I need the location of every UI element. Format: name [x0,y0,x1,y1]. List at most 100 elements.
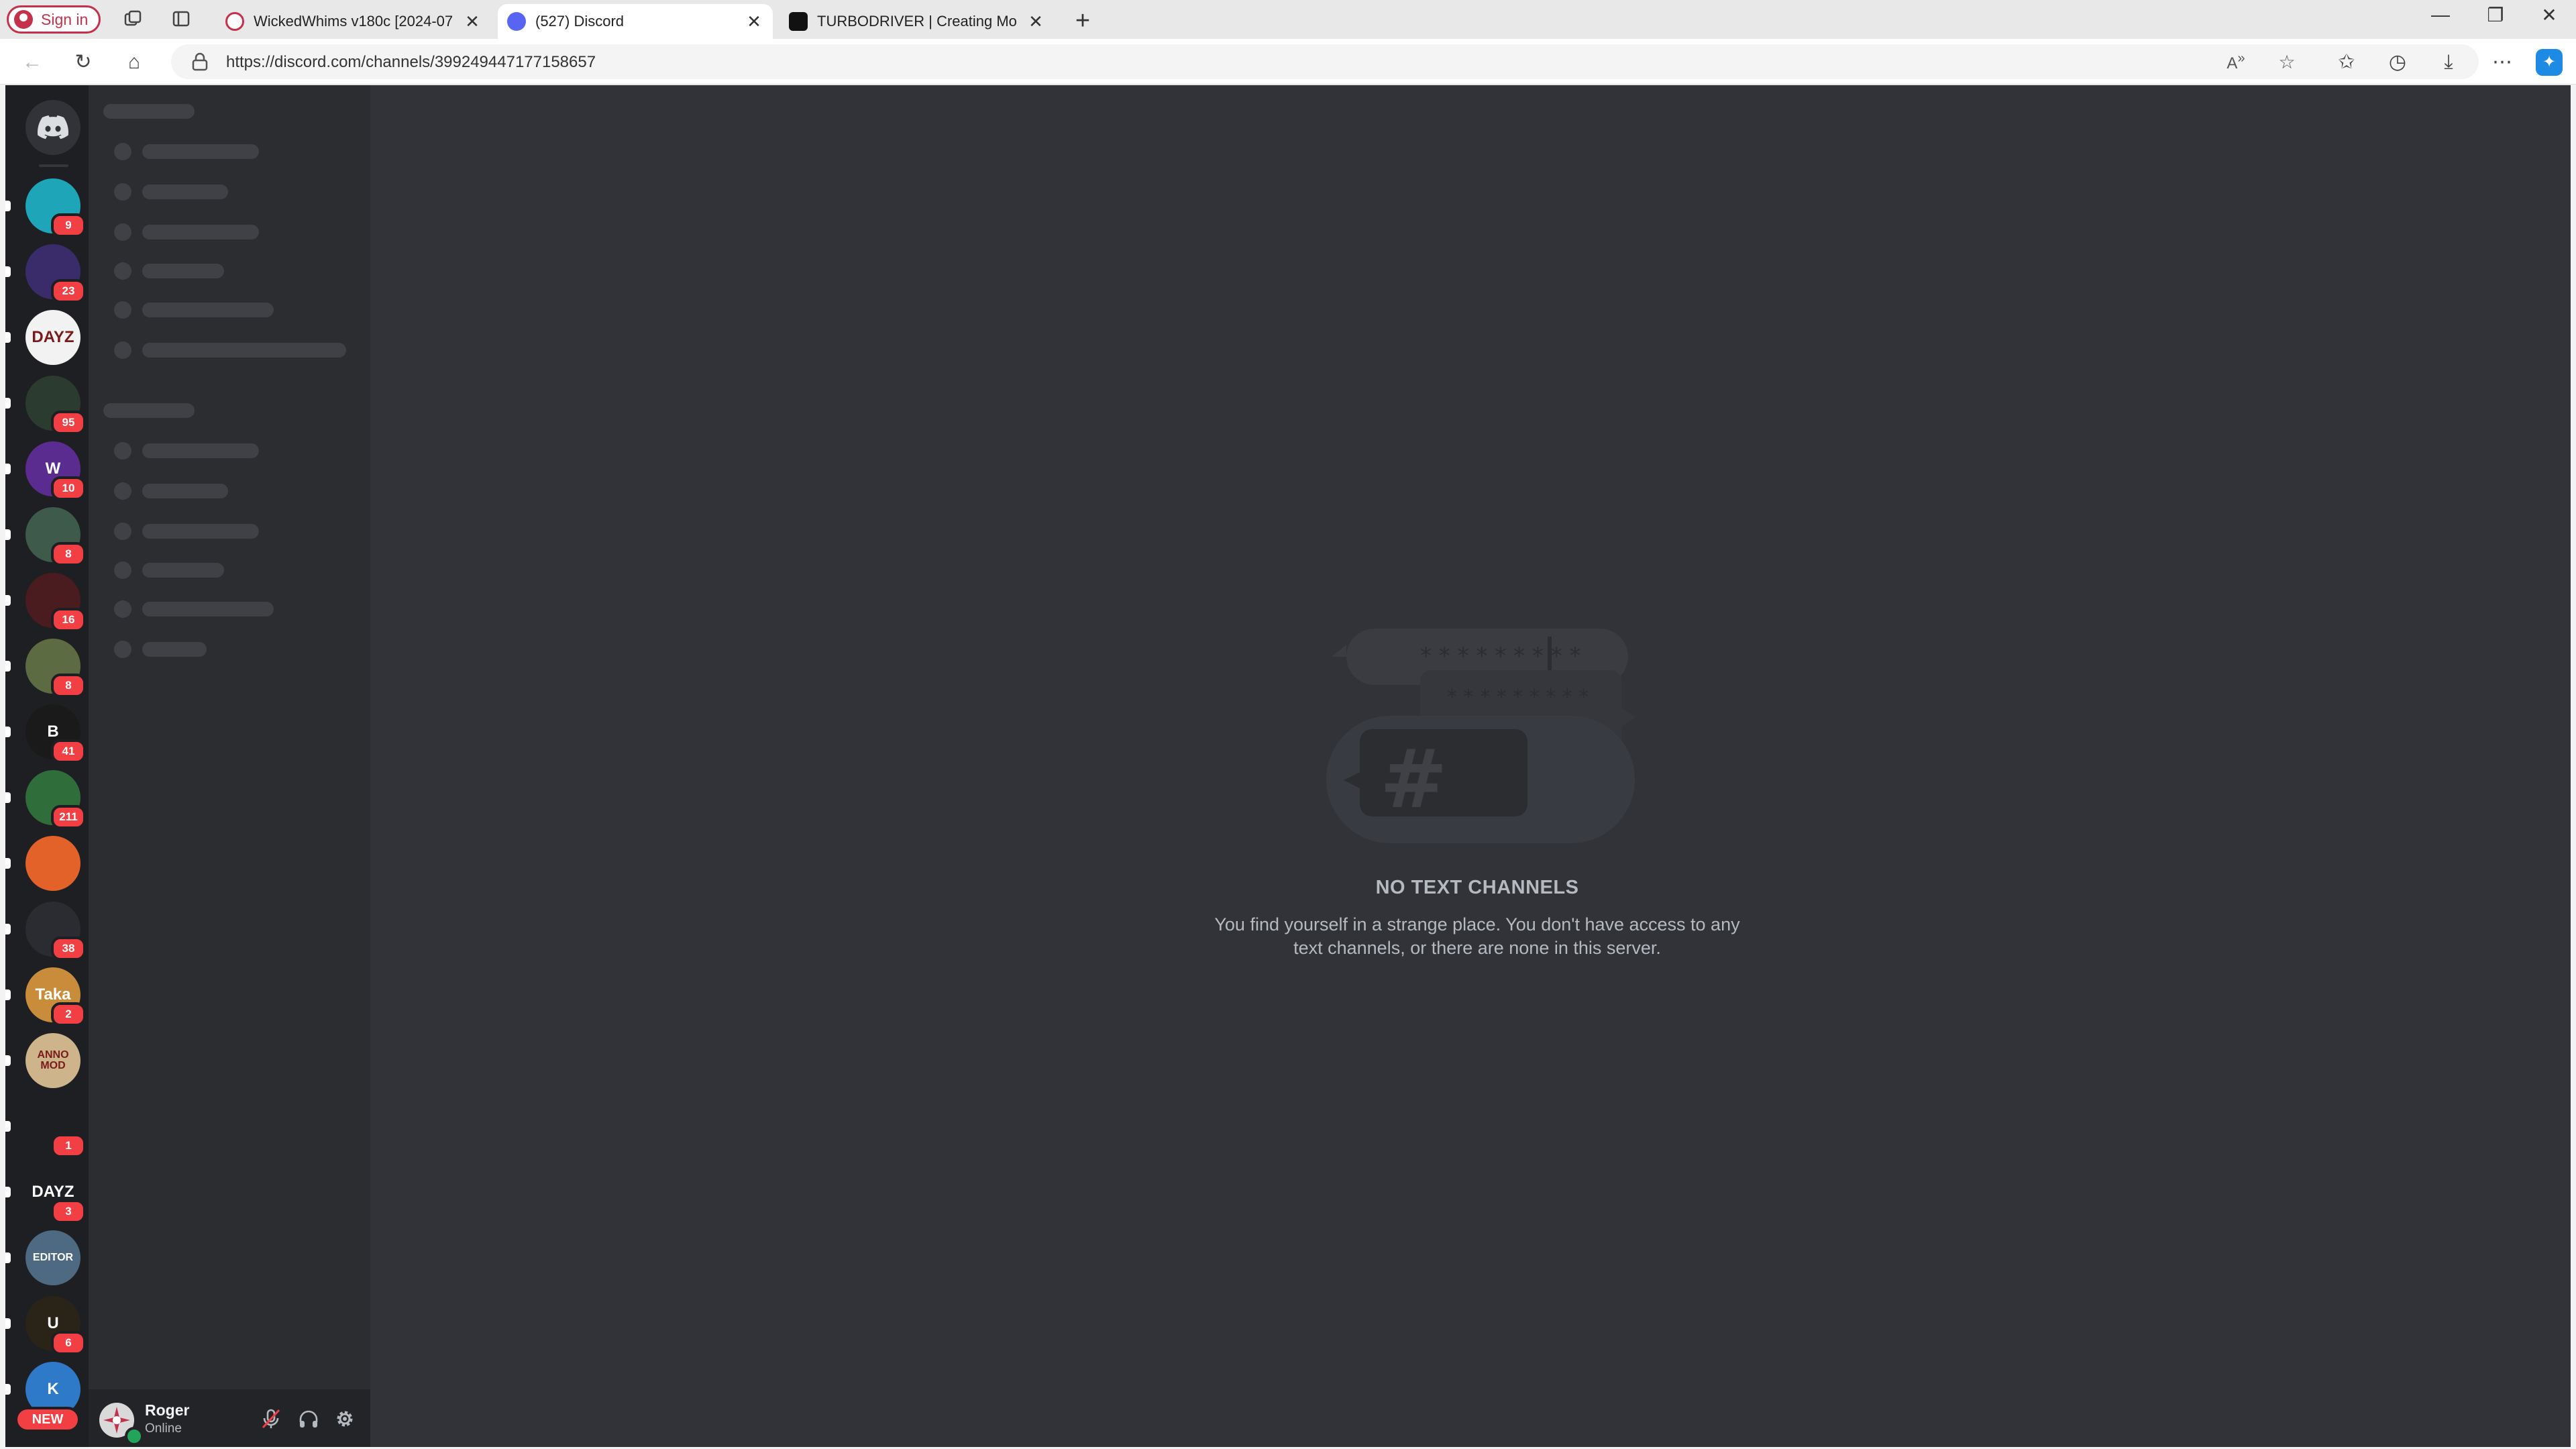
close-tab-icon[interactable]: ✕ [745,11,763,32]
server-icon-car-server[interactable]: 38 [25,902,86,961]
restore-icon[interactable]: ❐ [2475,4,2516,26]
skeleton-channel [142,524,259,539]
user-settings-gear-icon[interactable] [330,1404,360,1434]
url-text: https://discord.com/channels/39924944717… [226,53,596,71]
unread-indicator-pill [5,989,11,1000]
server-icon-w-server[interactable]: W 10 [25,441,86,500]
svg-text:#: # [1380,733,1448,826]
svg-text:* * * * * * * * *: * * * * * * * * * [1420,643,1580,669]
skeleton-channel [142,443,259,458]
discord-home-button[interactable] [25,100,80,155]
new-tab-button[interactable]: + [1069,7,1096,36]
refresh-icon[interactable]: ↻ [70,49,97,76]
unread-indicator-pill [5,595,11,606]
svg-text:::: :: [1487,765,1500,788]
server-icon-label: ANNO MOD [37,1049,69,1071]
close-window-icon[interactable]: ✕ [2529,4,2569,26]
tab-wickedwhims[interactable]: WickedWhims v180c [2024-07-1 ✕ [216,4,491,39]
discord-logo-icon [38,115,69,140]
home-icon[interactable]: ⌂ [121,49,148,76]
mute-mic-icon[interactable] [256,1404,286,1434]
skeleton-channel-icon [114,223,131,241]
skeleton-channel-icon [114,523,131,540]
unread-indicator-pill [5,529,11,540]
tab-turbodriver[interactable]: TURBODRIVER | Creating Mods f ✕ [780,4,1055,39]
server-separator [39,164,68,167]
unread-mention-badge: 1 [51,1134,86,1158]
copilot-icon[interactable]: ✦ [2536,49,2563,76]
no-channels-illustration-icon: * * * * * * * * * * * * * * * * * * * * … [1326,629,1635,843]
address-bar[interactable]: https://discord.com/channels/39924944717… [171,44,2479,79]
server-icon-label: U [47,1314,59,1332]
server-icon-landscape-server[interactable]: 8 [25,639,86,698]
skeleton-channel [142,144,259,159]
back-icon[interactable]: ← [19,49,46,76]
unread-indicator-pill [5,201,11,211]
more-options-icon[interactable]: ⋯ [2489,49,2516,76]
username[interactable]: Roger [145,1401,189,1419]
server-icon-dayz-red-server[interactable]: DAYZ [25,310,80,365]
sign-in-button[interactable]: Sign in [7,5,101,34]
favorite-star-icon[interactable]: ☆ [2273,51,2300,73]
unread-indicator-pill [5,266,11,277]
browser-tab-bar: Sign in WickedWhims v180c [2024-07-1 ✕ (… [0,0,2576,39]
vertical-tabs-icon[interactable] [170,9,192,30]
lock-icon [192,52,208,71]
server-icon-sunset-server[interactable] [25,836,80,891]
unread-indicator-pill [5,1121,11,1132]
server-icon-galaxy-server[interactable]: 23 [25,244,86,303]
server-icon-label: EDITOR [32,1252,74,1263]
user-status: Online [145,1421,182,1436]
unread-mention-badge: 23 [51,279,86,303]
skeleton-channel [142,184,228,199]
server-icon-red-server[interactable]: 16 [25,573,86,632]
downloads-icon[interactable]: ⤓ [2435,49,2462,76]
skeleton-category [103,403,195,418]
skeleton-category [103,104,195,119]
headphones-icon[interactable] [294,1404,323,1434]
close-tab-icon[interactable]: ✕ [1026,11,1045,32]
unread-mention-badge: 95 [51,411,86,435]
discord-favicon-icon [507,12,526,31]
unread-indicator-pill [5,1252,11,1263]
server-icon-dark-server[interactable]: 95 [25,376,86,435]
empty-state-title: NO TEXT CHANNELS [1375,877,1579,898]
unread-indicator-pill [5,792,11,803]
server-icon-dayz-server[interactable]: DAYZ 3 [25,1165,86,1224]
server-icon-dayz-editor-server[interactable]: EDITOR [25,1230,80,1285]
server-icon-label: Taka [35,985,71,1004]
unread-indicator-pill [5,1187,11,1197]
discord-app: 9 23 DAYZ 95 W 10 8 16 8 B 41 211 38 Taka 2 ANNO MOD 1 DA… [5,85,2571,1447]
skeleton-channel [142,602,274,616]
unread-mention-badge: 3 [51,1199,86,1224]
server-icon-paw-server[interactable]: 1 [25,1099,86,1158]
server-icon-forest-server[interactable]: 8 [25,507,86,566]
skeleton-channel-icon [114,442,131,460]
skeleton-channel [142,563,224,578]
unread-indicator-pill [5,398,11,409]
skeleton-channel-icon [114,341,131,359]
unread-mention-badge: 6 [51,1331,86,1355]
tab-title: TURBODRIVER | Creating Mods f [817,13,1017,30]
server-icon-taka-server[interactable]: Taka 2 [25,967,86,1026]
skeleton-channel [142,303,274,317]
server-icon-u-server[interactable]: U6 [25,1296,86,1355]
new-badge: NEW [15,1407,80,1432]
favorites-icon[interactable]: ✩ [2333,49,2360,76]
unread-indicator-pill [5,924,11,934]
server-icon-brok-mods-server[interactable]: B 41 [25,704,86,763]
server-icon-portrait-server[interactable]: 211 [25,770,86,829]
history-icon[interactable]: ◷ [2384,49,2411,76]
workspaces-icon[interactable] [122,9,144,30]
minimize-icon[interactable]: — [2420,4,2461,25]
server-icon-anno-mod-server[interactable]: ANNO MOD [25,1033,80,1088]
unread-indicator-pill [5,1055,11,1066]
unread-mention-badge: 10 [51,476,86,500]
read-aloud-icon[interactable]: A» [2222,51,2249,73]
close-tab-icon[interactable]: ✕ [463,11,482,32]
server-icon-bear-server[interactable]: 9 [25,178,86,237]
unread-indicator-pill [5,1318,11,1329]
tab-discord[interactable]: (527) Discord ✕ [498,4,773,39]
skeleton-channel-icon [114,183,131,201]
skeleton-channel-icon [114,301,131,319]
